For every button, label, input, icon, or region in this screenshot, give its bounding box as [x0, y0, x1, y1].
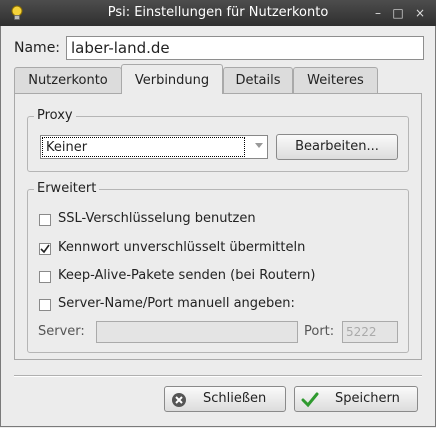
checkmark-icon: [301, 392, 319, 408]
save-button-label: Speichern: [335, 391, 400, 406]
maximize-button[interactable]: □: [390, 5, 406, 21]
title-bar[interactable]: Psi: Einstellungen für Nutzerkonto – □ ×: [0, 0, 436, 26]
plain-password-checkbox[interactable]: [39, 243, 51, 255]
plain-password-checkbox-label[interactable]: Kennwort unverschlüsselt übermitteln: [58, 240, 305, 255]
save-button[interactable]: Speichern: [294, 386, 418, 412]
tab-weiteres[interactable]: Weiteres: [293, 67, 378, 93]
ssl-checkbox-label[interactable]: SSL-Verschlüsselung benutzen: [58, 211, 256, 226]
separator: [14, 375, 422, 377]
close-button[interactable]: Schließen: [164, 386, 286, 412]
tab-details[interactable]: Details: [223, 67, 293, 93]
advanced-group: Erweitert SSL-Verschlüsselung benutzen K…: [27, 181, 409, 353]
manual-host-checkbox[interactable]: [39, 299, 51, 311]
server-input[interactable]: [96, 321, 298, 343]
proxy-selected-value: Keiner: [42, 137, 245, 157]
keepalive-checkbox[interactable]: [39, 271, 51, 283]
chevron-down-icon: [255, 143, 263, 148]
advanced-group-title: Erweitert: [34, 181, 100, 196]
proxy-group: Proxy Keiner Bearbeiten...: [27, 108, 409, 172]
name-label: Name:: [14, 40, 61, 56]
close-button-label: Schließen: [203, 391, 267, 406]
manual-host-checkbox-label[interactable]: Server-Name/Port manuell angeben:: [58, 296, 295, 311]
tab-verbindung[interactable]: Verbindung: [121, 64, 223, 94]
checkmark-icon: [40, 244, 50, 254]
proxy-select[interactable]: Keiner: [40, 135, 268, 159]
port-input[interactable]: 5222: [342, 321, 398, 343]
keepalive-checkbox-label[interactable]: Keep-Alive-Pakete senden (bei Routern): [58, 268, 315, 283]
window-close-button[interactable]: ×: [412, 5, 428, 21]
name-input[interactable]: laber-land.de: [66, 36, 424, 60]
minimize-button[interactable]: –: [370, 5, 386, 21]
close-circle-icon: [172, 393, 186, 407]
port-label: Port:: [304, 324, 335, 339]
server-label: Server:: [38, 324, 85, 339]
tab-nutzerkonto[interactable]: Nutzerkonto: [14, 67, 122, 93]
proxy-group-title: Proxy: [34, 108, 76, 123]
ssl-checkbox[interactable]: [39, 214, 51, 226]
tab-panel-verbindung: Proxy Keiner Bearbeiten... Erweitert SSL…: [14, 93, 422, 360]
proxy-edit-button[interactable]: Bearbeiten...: [276, 134, 398, 160]
